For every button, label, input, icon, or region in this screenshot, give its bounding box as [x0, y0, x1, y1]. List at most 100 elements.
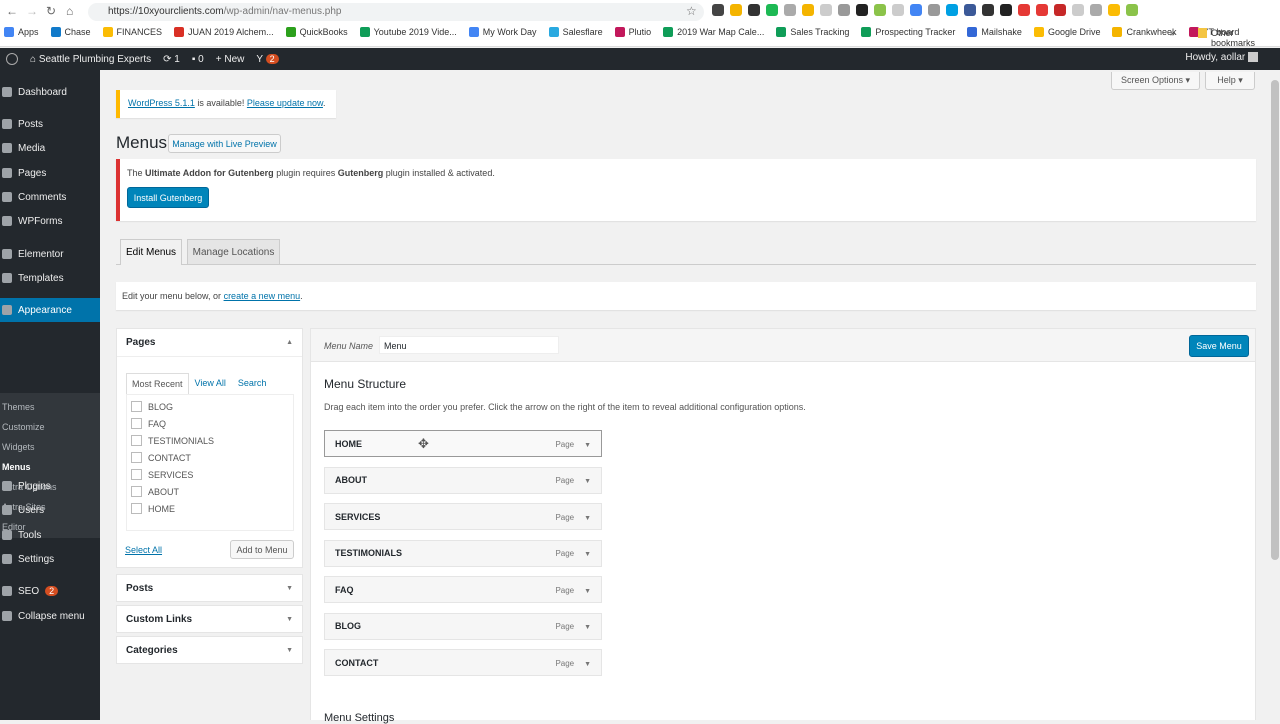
extension-icon[interactable]: [820, 4, 832, 16]
bookmark-item[interactable]: Apps: [4, 27, 39, 37]
item-edit-arrow-icon[interactable]: ▼: [582, 515, 591, 522]
extension-icon[interactable]: [1108, 4, 1120, 16]
tab-search[interactable]: Search: [232, 373, 273, 394]
scrollbar-thumb[interactable]: [1271, 80, 1279, 560]
sidebar-item-tools[interactable]: Tools: [0, 523, 100, 547]
page-checkbox-item[interactable]: ABOUT: [131, 486, 179, 497]
checkbox[interactable]: [131, 503, 142, 514]
bookmark-item[interactable]: Salesflare: [548, 27, 603, 37]
update-now-link[interactable]: Please update now: [247, 98, 323, 108]
extension-icon[interactable]: [892, 4, 904, 16]
accordion-categories[interactable]: Categories ▼: [116, 636, 303, 664]
back-icon[interactable]: ←: [6, 4, 18, 18]
extension-icon[interactable]: [856, 4, 868, 16]
submenu-customize[interactable]: Customize: [2, 422, 45, 432]
checkbox[interactable]: [131, 486, 142, 497]
menu-name-input[interactable]: Menu: [379, 336, 559, 354]
forward-icon[interactable]: →: [26, 4, 38, 18]
menu-item[interactable]: TESTIMONIALS Page ▼: [324, 539, 602, 567]
bookmark-item[interactable]: Sales Tracking: [776, 27, 849, 37]
sidebar-item-comments[interactable]: Comments: [0, 185, 100, 209]
page-checkbox-item[interactable]: SERVICES: [131, 469, 193, 480]
item-edit-arrow-icon[interactable]: ▼: [582, 478, 591, 485]
checkbox[interactable]: [131, 469, 142, 480]
bookmark-item[interactable]: Mailshake: [967, 27, 1022, 37]
expand-down-icon[interactable]: ▼: [286, 647, 293, 654]
new-content-link[interactable]: + New: [216, 54, 245, 65]
sidebar-item-plugins[interactable]: Plugins: [0, 474, 100, 498]
manage-live-preview-button[interactable]: Manage with Live Preview: [168, 134, 281, 153]
sidebar-item-elementor[interactable]: Elementor: [0, 242, 100, 266]
tab-manage-locations[interactable]: Manage Locations: [187, 239, 280, 264]
address-bar[interactable]: https://10xyourclients.com/wp-admin/nav-…: [88, 3, 704, 21]
menu-item[interactable]: ABOUT Page ▼: [324, 466, 602, 494]
tab-edit-menus[interactable]: Edit Menus: [120, 239, 182, 265]
sidebar-item-pages[interactable]: Pages: [0, 161, 100, 185]
submenu-themes[interactable]: Themes: [2, 402, 35, 412]
item-edit-arrow-icon[interactable]: ▼: [582, 442, 591, 449]
bookmark-item[interactable]: Youtube 2019 Vide...: [359, 27, 457, 37]
more-bookmarks[interactable]: »: [1170, 28, 1175, 38]
extension-icon[interactable]: [1072, 4, 1084, 16]
extension-icon[interactable]: [910, 4, 922, 16]
extension-icon[interactable]: [1090, 4, 1102, 16]
page-checkbox-item[interactable]: FAQ: [131, 418, 166, 429]
sidebar-item-dashboard[interactable]: Dashboard: [0, 80, 100, 104]
sidebar-item-wpforms[interactable]: WPForms: [0, 209, 100, 233]
menu-item[interactable]: CONTACT Page ▼: [324, 649, 602, 676]
comments-link[interactable]: ▪ 0: [192, 54, 204, 65]
bookmark-item[interactable]: 2019 War Map Cale...: [663, 27, 764, 37]
page-checkbox-item[interactable]: HOME: [131, 503, 175, 514]
extension-icon[interactable]: [964, 4, 976, 16]
pages-box-header[interactable]: Pages ▲: [117, 329, 302, 357]
menu-item[interactable]: FAQ Page ▼: [324, 576, 602, 603]
wp-version-link[interactable]: WordPress 5.1.1: [128, 98, 195, 108]
extension-icon[interactable]: [982, 4, 994, 16]
bookmark-item[interactable]: QuickBooks: [285, 27, 348, 37]
item-edit-arrow-icon[interactable]: ▼: [582, 588, 591, 595]
extension-icon[interactable]: [1054, 4, 1066, 16]
extension-icon[interactable]: [838, 4, 850, 16]
add-to-menu-button[interactable]: Add to Menu: [230, 540, 294, 559]
sidebar-item-appearance[interactable]: Appearance: [0, 298, 100, 322]
accordion-custom-links[interactable]: Custom Links ▼: [116, 605, 303, 633]
item-edit-arrow-icon[interactable]: ▼: [582, 661, 591, 668]
extension-icon[interactable]: [946, 4, 958, 16]
my-account[interactable]: Howdy, aollar: [1185, 52, 1258, 63]
site-name-link[interactable]: ⌂ Seattle Plumbing Experts: [30, 54, 151, 65]
extension-icon[interactable]: [802, 4, 814, 16]
sidebar-item-collapse-menu[interactable]: Collapse menu: [0, 604, 100, 628]
extension-icon[interactable]: [766, 4, 778, 16]
bookmark-item[interactable]: JUAN 2019 Alchem...: [174, 27, 274, 37]
screen-options-button[interactable]: Screen Options ▾: [1111, 72, 1200, 90]
extension-icon[interactable]: [730, 4, 742, 16]
bookmark-item[interactable]: Google Drive: [1033, 27, 1100, 37]
sidebar-item-templates[interactable]: Templates: [0, 266, 100, 290]
reload-icon[interactable]: ↻: [46, 4, 56, 18]
bookmark-item[interactable]: My Work Day: [468, 27, 537, 37]
item-edit-arrow-icon[interactable]: ▼: [582, 624, 591, 631]
help-button[interactable]: Help ▾: [1205, 72, 1255, 90]
checkbox[interactable]: [131, 435, 142, 446]
checkbox[interactable]: [131, 418, 142, 429]
expand-down-icon[interactable]: ▼: [286, 585, 293, 592]
extension-icon[interactable]: [1036, 4, 1048, 16]
submenu-menus[interactable]: Menus: [2, 462, 31, 472]
bookmark-item[interactable]: Plutio: [614, 27, 651, 37]
updates-link[interactable]: ⟳ 1: [163, 54, 180, 65]
menu-item[interactable]: BLOG Page ▼: [324, 612, 602, 640]
other-bookmarks[interactable]: Other bookmarks: [1198, 28, 1280, 48]
home-icon[interactable]: ⌂: [66, 4, 73, 18]
bookmark-star-icon[interactable]: ☆: [686, 4, 697, 18]
extension-icon[interactable]: [1126, 4, 1138, 16]
bookmark-item[interactable]: Crankwheek: [1112, 27, 1177, 37]
sidebar-item-media[interactable]: Media: [0, 136, 100, 160]
page-checkbox-item[interactable]: CONTACT: [131, 452, 191, 463]
sidebar-item-settings[interactable]: Settings: [0, 547, 100, 571]
bookmark-item[interactable]: Prospecting Tracker: [861, 27, 955, 37]
accordion-posts[interactable]: Posts ▼: [116, 574, 303, 602]
extension-icon[interactable]: [1018, 4, 1030, 16]
expand-down-icon[interactable]: ▼: [286, 616, 293, 623]
yoast-link[interactable]: Y 2: [256, 53, 279, 65]
page-checkbox-item[interactable]: TESTIMONIALS: [131, 435, 214, 446]
